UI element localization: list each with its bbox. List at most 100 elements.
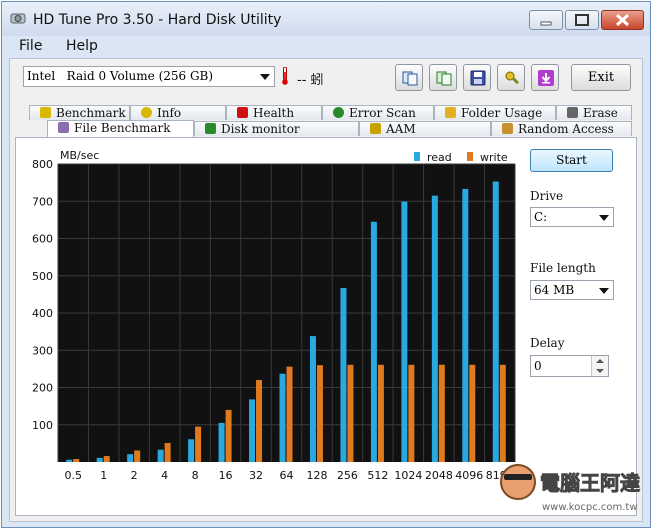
tab-health[interactable]: Health: [226, 105, 322, 120]
disk-monitor-icon: [205, 123, 216, 134]
delay-spinner[interactable]: 0: [530, 355, 609, 377]
x-tick-label: 32: [249, 469, 263, 482]
bar-read: [370, 221, 377, 462]
legend-swatch-read: [414, 152, 420, 161]
y-tick-label: 100: [32, 419, 53, 432]
delay-value: 0: [534, 359, 542, 373]
temperature-readout: -- 蚓: [297, 73, 324, 88]
drive-letter-value: C:: [534, 210, 548, 224]
copy-screen-button[interactable]: [429, 64, 457, 91]
app-window: HD Tune Pro 3.50 - Hard Disk Utility Fil…: [1, 1, 651, 528]
copy-info-button[interactable]: [395, 64, 423, 91]
bar-read: [401, 201, 408, 462]
bar-write: [286, 366, 293, 462]
tab-file-benchmark[interactable]: File Benchmark: [47, 120, 194, 137]
copy-screen-icon: [436, 71, 452, 86]
y-axis-label: MB/sec: [60, 149, 99, 162]
tab-label: Info: [157, 106, 182, 120]
benchmark-icon: [40, 107, 51, 118]
save-icon: [470, 70, 486, 86]
spin-down-button[interactable]: [591, 366, 608, 376]
x-tick-label: 128: [306, 469, 327, 482]
bar-write: [377, 364, 384, 462]
maximize-icon: [575, 14, 589, 26]
bar-write: [499, 364, 506, 462]
exit-button[interactable]: Exit: [571, 64, 631, 91]
delay-label: Delay: [530, 336, 565, 350]
save-button[interactable]: [463, 64, 491, 91]
menu-bar: File Help: [2, 36, 650, 58]
file-benchmark-icon: [58, 122, 69, 133]
bar-write: [347, 364, 354, 462]
bar-read: [249, 399, 256, 462]
random-access-icon: [502, 123, 513, 134]
x-tick-label: 2048: [425, 469, 453, 482]
download-button[interactable]: [531, 64, 559, 91]
tab-label: Erase: [583, 106, 618, 120]
minimize-button[interactable]: [529, 10, 563, 30]
start-button[interactable]: Start: [530, 149, 613, 172]
bar-write: [73, 459, 80, 462]
window-title: HD Tune Pro 3.50 - Hard Disk Utility: [33, 12, 282, 28]
bar-write: [103, 456, 110, 462]
bar-write: [438, 364, 445, 462]
tab-erase[interactable]: Erase: [556, 105, 632, 120]
options-icon: [505, 71, 519, 85]
tab-random-access[interactable]: Random Access: [491, 121, 632, 136]
options-button[interactable]: [497, 64, 525, 91]
bar-read: [218, 422, 225, 462]
bar-read: [431, 195, 438, 462]
health-icon: [237, 107, 248, 118]
spin-up-button[interactable]: [591, 356, 608, 366]
bar-read: [309, 336, 316, 462]
tab-label: Random Access: [518, 122, 614, 136]
drive-label: Drive: [530, 189, 564, 203]
title-bar[interactable]: HD Tune Pro 3.50 - Hard Disk Utility: [2, 2, 650, 36]
tab-benchmark[interactable]: Benchmark: [29, 105, 130, 120]
minimize-icon: [540, 21, 552, 26]
folder-icon: [445, 107, 456, 118]
drive-dropdown[interactable]: Intel Raid 0 Volume (256 GB): [23, 66, 275, 87]
benchmark-chart: 100 200 300 400 500 600 700 800 MB/sec 0.5 1 2 4 8 16 3…: [32, 149, 516, 482]
tab-info[interactable]: Info: [130, 105, 226, 120]
bar-read: [96, 457, 103, 462]
watermark-url: www.kocpc.com.tw: [542, 502, 638, 513]
close-icon: [615, 13, 630, 27]
tab-label: Health: [253, 106, 295, 120]
tab-aam[interactable]: AAM: [359, 121, 491, 136]
x-tick-label: 1024: [394, 469, 422, 482]
x-tick-label: 16: [219, 469, 233, 482]
y-tick-label: 600: [32, 233, 53, 246]
tab-disk-monitor[interactable]: Disk monitor: [194, 121, 359, 136]
tab-label: Benchmark: [56, 106, 126, 120]
bar-read: [462, 188, 469, 462]
close-button[interactable]: [601, 10, 644, 30]
tab-error-scan[interactable]: Error Scan: [322, 105, 434, 120]
tab-label: AAM: [386, 122, 416, 136]
bar-read: [127, 454, 134, 462]
bar-read: [157, 449, 164, 462]
drive-letter-select[interactable]: C:: [530, 207, 614, 227]
bar-write: [164, 443, 171, 462]
speaker-icon: [370, 123, 381, 134]
info-icon: [141, 107, 152, 118]
watermark-text: 電腦王阿達: [540, 471, 640, 495]
chevron-down-icon: [599, 288, 609, 294]
copy-info-icon: [402, 71, 418, 86]
bar-write: [316, 365, 323, 462]
tab-folder-usage[interactable]: Folder Usage: [434, 105, 556, 120]
tab-label: Disk monitor: [221, 122, 300, 136]
erase-icon: [567, 107, 578, 118]
bar-write: [134, 450, 141, 462]
y-tick-label: 700: [32, 195, 53, 208]
drive-dropdown-value: Intel Raid 0 Volume (256 GB): [27, 69, 214, 83]
menu-help[interactable]: Help: [66, 38, 98, 54]
maximize-button[interactable]: [565, 10, 599, 30]
bar-write: [469, 364, 476, 462]
error-scan-icon: [333, 107, 344, 118]
thermometer-icon: [282, 67, 288, 85]
x-tick-label: 4: [161, 469, 168, 482]
file-length-select[interactable]: 64 MB: [530, 280, 614, 300]
bar-write: [225, 409, 232, 462]
menu-file[interactable]: File: [19, 38, 42, 54]
